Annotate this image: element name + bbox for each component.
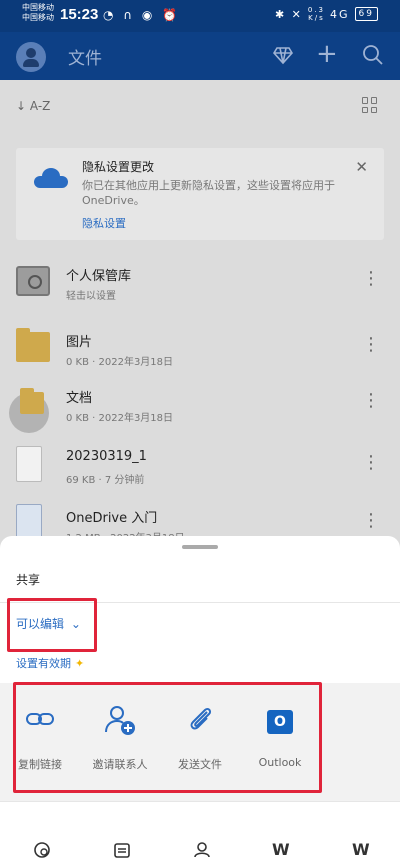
carrier-bottom: 中国移动 bbox=[22, 13, 54, 22]
privacy-settings-link[interactable]: 隐私设置 bbox=[82, 215, 126, 231]
onedrive-cloud-icon bbox=[34, 168, 68, 188]
file-name: 个人保管库 bbox=[66, 269, 132, 284]
banner-title: 隐私设置更改 bbox=[82, 160, 155, 174]
bluetooth-mute-icons: ✱ ✕ bbox=[274, 7, 303, 21]
more-icon[interactable]: ⋮ bbox=[362, 392, 380, 410]
status-icons-left: ◔ ∩ ◉ ⏰ bbox=[103, 8, 181, 22]
file-name: 图片 bbox=[66, 335, 93, 350]
more-icon[interactable]: ⋮ bbox=[362, 270, 380, 288]
list-item[interactable]: 图片 0 KB · 2022年3月18日 ⋮ bbox=[0, 322, 400, 378]
set-expiry-button[interactable]: 设置有效期 ✦ bbox=[16, 655, 84, 671]
close-icon[interactable]: ✕ bbox=[355, 158, 368, 176]
carrier-info: 中国移动 中国移动 bbox=[22, 3, 54, 23]
banner-text: 你已在其他应用上更新隐私设置，这些设置将应用于 OneDrive。 bbox=[82, 179, 335, 207]
folder-icon bbox=[16, 328, 50, 362]
status-bar: 中国移动 中国移动 15:23 ◔ ∩ ◉ ⏰ ✱ ✕ 0.3 K/s 4G 6… bbox=[0, 0, 400, 32]
plus-icon[interactable]: + bbox=[316, 41, 338, 67]
status-icons-right: ✱ ✕ 0.3 K/s 4G 69 bbox=[275, 6, 378, 22]
file-name: 20230319_1 bbox=[66, 449, 147, 464]
sheet-title: 共享 bbox=[16, 573, 41, 587]
pdf-icon bbox=[16, 504, 42, 540]
list-item[interactable]: 20230319_1 69 KB · 7 分钟前 ⋮ bbox=[0, 440, 400, 496]
sort-button[interactable]: ↓ A-Z bbox=[16, 99, 50, 113]
search-icon[interactable] bbox=[362, 44, 384, 70]
grid-view-icon[interactable] bbox=[362, 97, 378, 113]
folder-icon bbox=[20, 388, 44, 414]
avatar[interactable] bbox=[16, 42, 46, 72]
drag-handle[interactable] bbox=[182, 545, 218, 549]
vault-icon bbox=[16, 266, 50, 296]
highlight-box-permission bbox=[7, 598, 97, 652]
file-meta: 0 KB · 2022年3月18日 bbox=[66, 413, 174, 424]
file-meta: 轻击以设置 bbox=[66, 291, 116, 302]
app-bar: 文件 + bbox=[0, 32, 400, 80]
bottom-tab-bar: W W bbox=[0, 833, 400, 867]
list-item[interactable]: 文档 0 KB · 2022年3月18日 ⋮ bbox=[0, 378, 400, 434]
signal-icon: 4G bbox=[330, 7, 350, 21]
premium-sparkle-icon: ✦ bbox=[75, 657, 85, 670]
network-speed: 0.3 K/s bbox=[307, 6, 326, 22]
file-name: 文档 bbox=[66, 391, 93, 406]
more-icon[interactable]: ⋮ bbox=[362, 454, 380, 472]
page-title: 文件 bbox=[68, 49, 102, 69]
more-icon[interactable]: ⋮ bbox=[362, 512, 380, 530]
file-name: OneDrive 入门 bbox=[66, 511, 158, 526]
battery-icon: 69 bbox=[354, 7, 378, 21]
document-icon bbox=[16, 446, 42, 482]
sort-bar: ↓ A-Z bbox=[0, 80, 400, 132]
highlight-box-actions bbox=[13, 682, 322, 793]
diamond-icon[interactable] bbox=[272, 44, 294, 70]
home-icon[interactable] bbox=[33, 841, 51, 863]
more-icon[interactable]: ⋮ bbox=[362, 336, 380, 354]
clock: 15:23 bbox=[60, 6, 99, 23]
wps-icon[interactable]: W bbox=[272, 841, 290, 859]
file-meta: 0 KB · 2022年3月18日 bbox=[66, 357, 174, 368]
carrier-top: 中国移动 bbox=[22, 3, 54, 12]
expiry-label: 设置有效期 bbox=[16, 657, 71, 670]
divider bbox=[0, 801, 400, 802]
shared-icon[interactable] bbox=[193, 841, 211, 863]
file-meta: 69 KB · 7 分钟前 bbox=[66, 475, 145, 486]
files-icon[interactable] bbox=[113, 841, 131, 863]
privacy-banner: 隐私设置更改 你已在其他应用上更新隐私设置，这些设置将应用于 OneDrive。… bbox=[16, 148, 384, 240]
wps2-icon[interactable]: W bbox=[352, 841, 370, 859]
list-item[interactable]: 个人保管库 轻击以设置 ⋮ bbox=[0, 256, 400, 312]
